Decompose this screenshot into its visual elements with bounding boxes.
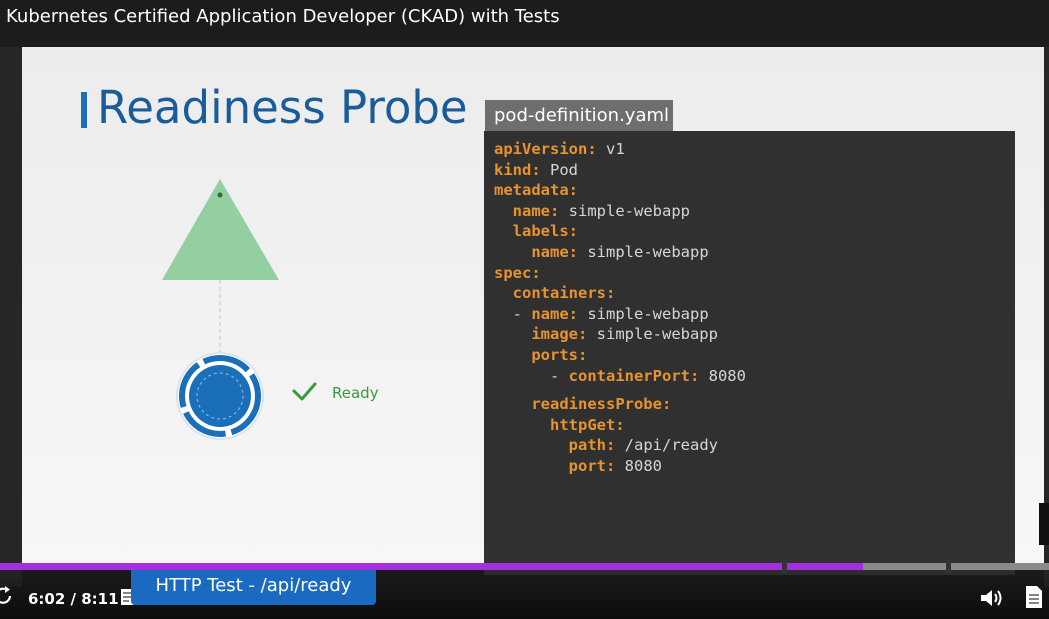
code-line: metadata: xyxy=(494,181,578,200)
code-line: port: 8080 xyxy=(568,456,662,475)
http-test-tab: HTTP Test - /api/ready xyxy=(131,567,376,605)
ready-label: Ready xyxy=(332,384,379,402)
pod-icon xyxy=(189,365,251,427)
progress-marker xyxy=(781,560,787,573)
transcript-icon[interactable] xyxy=(1026,586,1042,608)
code-line: ports: xyxy=(531,345,588,364)
code-line: readinessProbe: xyxy=(531,395,672,414)
volume-icon[interactable] xyxy=(980,588,1004,608)
code-blank-gap xyxy=(494,386,1015,394)
code-line: httpGet: xyxy=(550,415,625,434)
check-icon xyxy=(292,382,317,401)
code-line: apiVersion: v1 xyxy=(494,140,625,158)
pod-diagram xyxy=(162,179,317,440)
progress-marker xyxy=(946,560,952,573)
code-line: name: simple-webapp xyxy=(512,201,690,220)
code-line: name: simple-webapp xyxy=(531,242,709,261)
playback-time: 6:02 / 8:11 xyxy=(28,590,119,608)
progress-fill xyxy=(0,563,864,570)
triangle-dot xyxy=(217,192,223,198)
left-letterbox xyxy=(0,47,22,587)
code-line: - containerPort: 8080 xyxy=(494,366,746,385)
yaml-code-panel: apiVersion: v1 kind: Pod metadata: name:… xyxy=(484,131,1015,575)
code-line: kind: Pod xyxy=(494,160,578,179)
title-bar: Kubernetes Certified Application Develop… xyxy=(0,0,1049,47)
progress-bar[interactable] xyxy=(0,560,1049,573)
code-line: image: simple-webapp xyxy=(531,325,718,344)
code-line: containers: xyxy=(512,284,616,303)
code-line: spec: xyxy=(494,263,541,282)
yaml-file-tab: pod-definition.yaml xyxy=(485,100,673,132)
code-line: path: /api/ready xyxy=(568,436,718,455)
code-line: labels: xyxy=(512,222,578,241)
replay-icon[interactable] xyxy=(0,586,14,606)
code-line: - name: simple-webapp xyxy=(494,304,709,323)
edge-block xyxy=(1039,503,1049,545)
course-title: Kubernetes Certified Application Develop… xyxy=(6,6,560,27)
